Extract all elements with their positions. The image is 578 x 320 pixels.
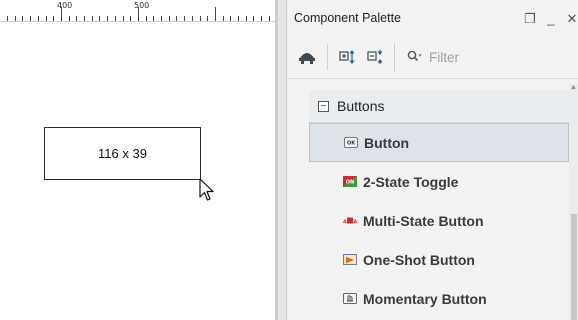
- palette-item-momentary-button[interactable]: Momentary Button: [309, 279, 569, 318]
- ruler-minor-tick: [76, 16, 78, 21]
- ruler-minor-tick: [22, 16, 24, 21]
- palette-title: Component Palette: [294, 11, 402, 25]
- palette-item-one-shot-button[interactable]: One-Shot Button: [309, 240, 569, 279]
- ruler-minor-tick: [84, 16, 85, 21]
- ruler-minor-tick: [107, 16, 109, 21]
- ruler-minor-tick: [245, 16, 247, 21]
- svg-text:ON: ON: [346, 179, 354, 185]
- filter-input[interactable]: [429, 49, 539, 65]
- palette-item-2-state-toggle[interactable]: ON 2-State Toggle: [309, 162, 569, 201]
- collapse-toggle-icon[interactable]: −: [318, 100, 329, 112]
- ruler-minor-tick: [168, 16, 170, 21]
- palette-scrollbar[interactable]: ▲: [569, 84, 578, 320]
- palette-item-label: 2-State Toggle: [363, 173, 459, 190]
- ruler-minor-tick: [30, 16, 32, 21]
- toggle-icon: ON: [343, 176, 357, 187]
- minimize-window-icon[interactable]: _: [545, 11, 557, 27]
- ruler-minor-tick: [191, 16, 193, 21]
- svg-text:OK: OK: [347, 141, 356, 147]
- toolbar-separator: [327, 44, 328, 70]
- ruler-major-tick: [214, 7, 216, 21]
- ruler-minor-tick: [153, 16, 155, 21]
- palette-item-label: Button: [364, 134, 410, 151]
- multistate-icon: A A: [343, 217, 358, 225]
- expand-all-button[interactable]: [336, 45, 360, 69]
- horizontal-ruler: 400 500: [0, 0, 277, 22]
- ruler-minor-tick: [99, 16, 101, 21]
- palette-item-label: Momentary Button: [363, 290, 487, 307]
- palette-toolbar: [287, 36, 578, 79]
- ruler-minor-tick: [207, 16, 209, 21]
- close-window-icon[interactable]: ✕: [566, 11, 578, 27]
- ruler-minor-tick: [130, 16, 132, 21]
- ruler-label-500: 500: [134, 1, 150, 10]
- ruler-minor-tick: [53, 16, 55, 21]
- component-palette-panel: Component Palette ❐ _ ✕ Filter − Buttons…: [286, 0, 578, 320]
- momentary-icon: [343, 293, 357, 304]
- ruler-minor-tick: [37, 16, 39, 21]
- ruler-major-tick: [60, 7, 62, 21]
- ruler-minor-tick: [114, 16, 116, 21]
- ruler-major-tick: [137, 7, 139, 21]
- ruler-minor-tick: [91, 16, 93, 21]
- scrollbar-thumb[interactable]: [571, 214, 577, 320]
- group-label: Buttons: [337, 98, 385, 114]
- mouse-pointer-icon: [199, 178, 214, 201]
- ruler-minor-tick: [253, 16, 255, 21]
- group-header-buttons[interactable]: − Buttons: [309, 90, 569, 123]
- palette-item-label: Multi-State Button: [363, 212, 484, 229]
- palette-titlebar: Component Palette ❐ _ ✕: [287, 0, 578, 36]
- ruler-minor-tick: [199, 16, 201, 21]
- palette-item-button[interactable]: OK Button: [309, 123, 569, 162]
- scroll-up-arrow-icon[interactable]: ▲: [570, 84, 577, 91]
- ruler-minor-tick: [176, 16, 178, 21]
- restore-window-icon[interactable]: ❐: [524, 11, 536, 27]
- components-icon: [299, 53, 315, 64]
- ruler-minor-tick: [261, 16, 263, 21]
- ruler-minor-tick: [184, 16, 186, 21]
- components-view-button[interactable]: [295, 45, 319, 69]
- filter-field[interactable]: [394, 43, 554, 71]
- selected-component-outline[interactable]: 116 x 39: [44, 127, 201, 180]
- expand-all-icon: [339, 50, 355, 64]
- ruler-label-400: 400: [57, 1, 73, 10]
- collapse-all-icon: [367, 50, 383, 64]
- palette-item-multi-state-button[interactable]: A A Multi-State Button: [309, 201, 569, 240]
- ruler-minor-tick: [145, 16, 147, 21]
- ruler-minor-tick: [268, 16, 270, 21]
- ruler-minor-tick: [122, 16, 124, 21]
- ruler-minor-tick: [230, 16, 232, 21]
- collapse-all-button[interactable]: [364, 45, 388, 69]
- button-icon: OK: [344, 137, 358, 148]
- component-size-label: 116 x 39: [98, 146, 147, 161]
- search-icon[interactable]: [407, 50, 423, 65]
- panel-splitter[interactable]: [277, 0, 286, 320]
- ruler-minor-tick: [222, 16, 224, 21]
- svg-text:A: A: [343, 219, 347, 225]
- ruler-minor-tick: [14, 16, 16, 21]
- ruler-minor-tick: [161, 16, 162, 21]
- ruler-minor-tick: [7, 16, 8, 21]
- oneshot-icon: [343, 254, 357, 265]
- ruler-minor-tick: [238, 16, 239, 21]
- svg-text:A: A: [354, 219, 358, 225]
- designer-canvas[interactable]: 400 500 116 x 39: [0, 0, 277, 320]
- ruler-minor-tick: [68, 16, 70, 21]
- palette-item-label: One-Shot Button: [363, 251, 475, 268]
- ruler-minor-tick: [45, 16, 47, 21]
- palette-tree: − Buttons OK Button ON 2-State Toggle A …: [309, 90, 569, 320]
